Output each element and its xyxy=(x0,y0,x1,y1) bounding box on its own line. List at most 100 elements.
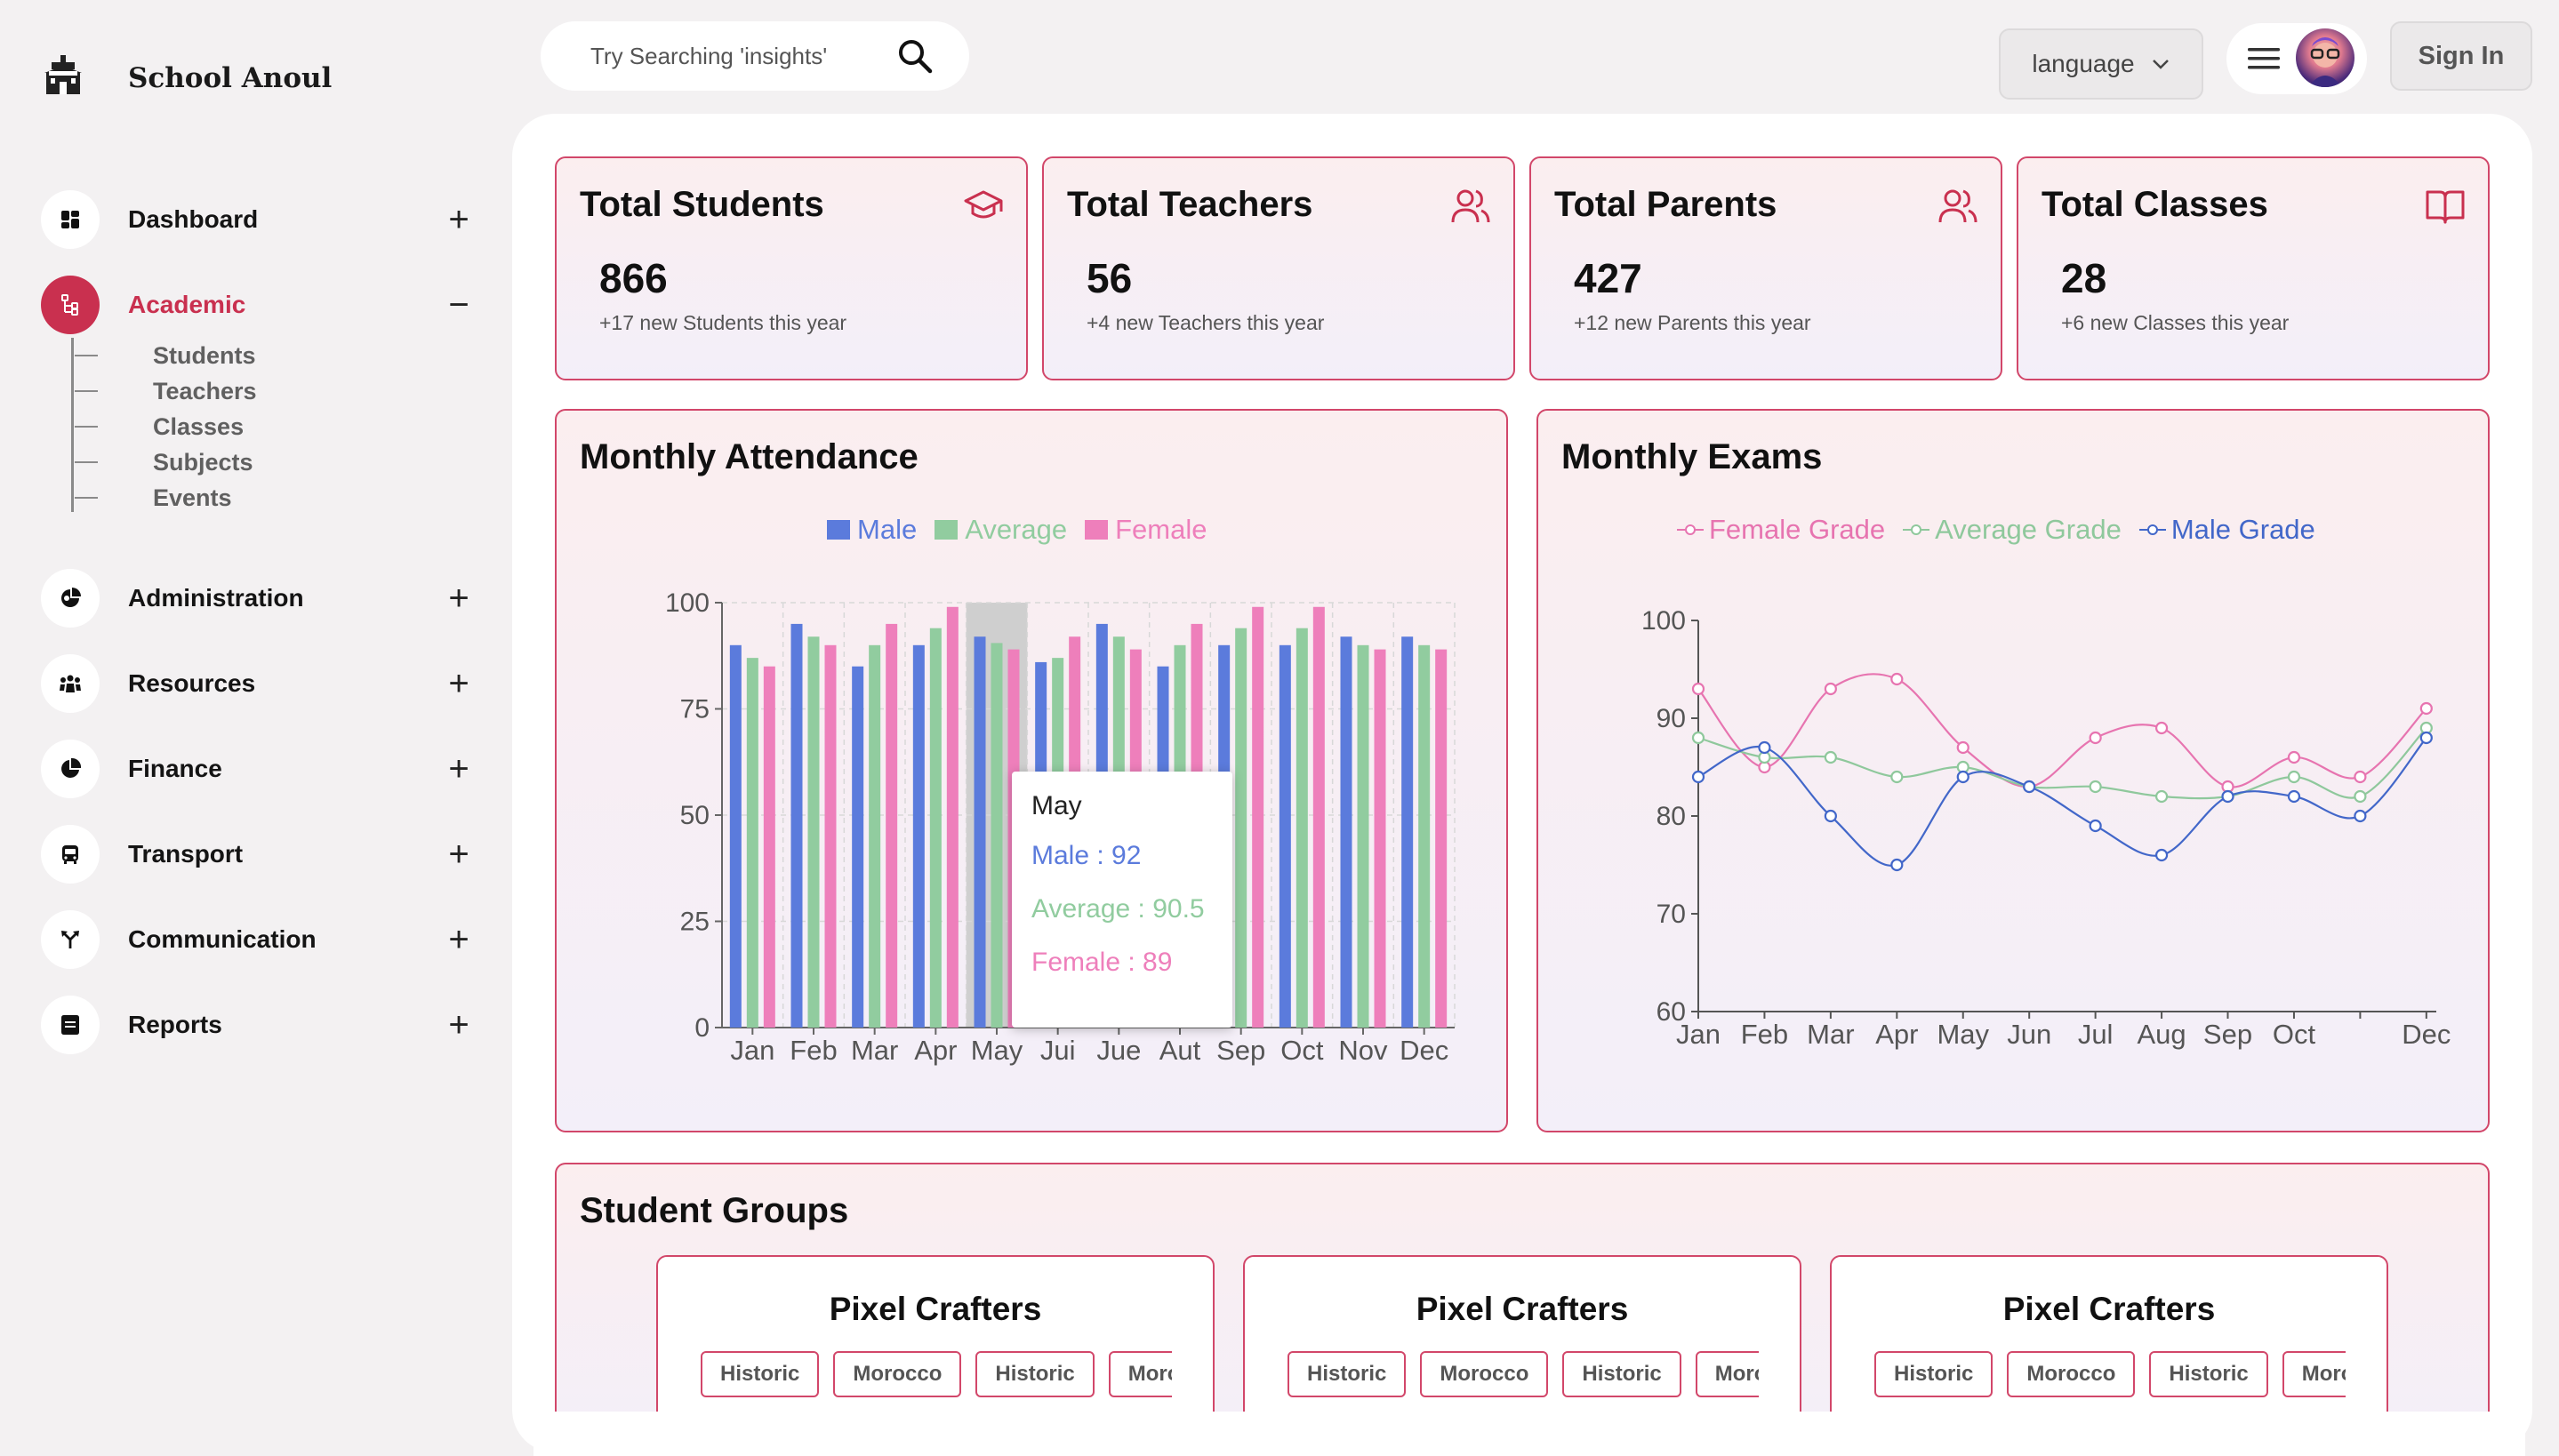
search-bar[interactable] xyxy=(541,21,969,91)
x-tick-label: Jue xyxy=(1096,1035,1141,1066)
sidebar-item-resources[interactable]: Resources + xyxy=(41,654,477,713)
group-tag[interactable]: Morocco xyxy=(1420,1351,1549,1397)
group-tag[interactable]: Morocco xyxy=(2282,1351,2346,1397)
sidebar-item-transport[interactable]: Transport + xyxy=(41,825,477,884)
group-name: Pixel Crafters xyxy=(1416,1291,1629,1327)
x-tick-label: Jul xyxy=(2078,1019,2114,1050)
y-tick-label: 25 xyxy=(680,908,710,937)
data-point xyxy=(1824,809,1837,823)
x-tick-label: Feb xyxy=(1741,1019,1788,1050)
y-tick-label: 70 xyxy=(1657,900,1686,929)
stat-card-total-classes[interactable]: Total Classes 28 +6 new Classes this yea… xyxy=(2017,156,2490,380)
expand-icon[interactable]: + xyxy=(441,580,477,616)
stat-subtext: +4 new Teachers this year xyxy=(1087,311,1325,334)
search-icon[interactable] xyxy=(896,37,934,75)
tooltip-average: Average : 90.5 xyxy=(1031,894,1205,924)
scroll-fade xyxy=(533,1412,2525,1456)
graduation-cap-icon xyxy=(964,190,1003,219)
sign-in-button[interactable]: Sign In xyxy=(2390,21,2532,91)
user-menu[interactable] xyxy=(2226,23,2367,94)
group-tag[interactable]: Historic xyxy=(975,1351,1095,1397)
data-point xyxy=(2089,780,2102,794)
users-icon xyxy=(1938,189,1977,223)
group-name: Pixel Crafters xyxy=(2002,1291,2216,1327)
bar-average xyxy=(1296,628,1308,1028)
data-point xyxy=(1691,731,1705,745)
expand-icon[interactable]: + xyxy=(441,751,477,787)
sidebar-item-administration[interactable]: Administration + xyxy=(41,569,477,628)
chart-tooltip: May Male : 92 Average : 90.5 Female : 89 xyxy=(1012,772,1232,1028)
submenu-dash xyxy=(75,426,98,428)
group-name: Pixel Crafters xyxy=(829,1291,1042,1327)
sidebar-item-academic[interactable]: Academic − xyxy=(41,276,477,334)
x-tick-label: Sep xyxy=(2203,1019,2252,1050)
expand-icon[interactable]: + xyxy=(441,202,477,237)
submenu-item-subjects[interactable]: Subjects xyxy=(71,444,253,480)
expand-icon[interactable]: + xyxy=(441,922,477,957)
expand-icon[interactable]: + xyxy=(441,666,477,701)
submenu-dash xyxy=(75,390,98,392)
sidebar-item-label: Finance xyxy=(128,755,222,782)
group-tag[interactable]: Historic xyxy=(701,1351,820,1397)
bar-female xyxy=(1252,606,1264,1028)
app-logo[interactable]: School Anoul xyxy=(41,53,332,98)
expand-icon[interactable]: + xyxy=(441,836,477,872)
group-tag[interactable]: Historic xyxy=(2149,1351,2268,1397)
avatar[interactable] xyxy=(2296,28,2354,87)
pie-chart-icon-wrap xyxy=(41,740,100,798)
data-point xyxy=(2287,750,2301,764)
sidebar-item-communication[interactable]: Communication + xyxy=(41,910,477,969)
submenu-label: Events xyxy=(153,484,232,511)
x-tick-label: Sep xyxy=(1216,1035,1265,1066)
submenu-item-classes[interactable]: Classes xyxy=(71,409,244,444)
x-tick-label: Mar xyxy=(1807,1019,1854,1050)
x-tick-label: Aug xyxy=(2137,1019,2186,1050)
x-tick-label: Dec xyxy=(2402,1019,2451,1050)
collapse-icon[interactable]: − xyxy=(441,287,477,323)
y-tick-label: 50 xyxy=(680,801,710,830)
stat-card-total-students[interactable]: Total Students 866 +17 new Students this… xyxy=(555,156,1028,380)
admin-chart-icon-wrap xyxy=(41,569,100,628)
hierarchy-icon xyxy=(61,294,78,316)
bar-female xyxy=(1312,606,1325,1028)
sidebar-item-dashboard[interactable]: Dashboard + xyxy=(41,190,477,249)
group-tag[interactable]: Morocco xyxy=(833,1351,962,1397)
group-tag[interactable]: Morocco xyxy=(2007,1351,2136,1397)
language-select[interactable]: language xyxy=(1999,28,2203,100)
series-line-female-grade xyxy=(1697,673,2427,788)
group-tag[interactable]: Historic xyxy=(1562,1351,1681,1397)
stat-card-total-parents[interactable]: Total Parents 427 +12 new Parents this y… xyxy=(1529,156,2002,380)
data-point xyxy=(2354,809,2367,823)
x-tick-label: Apr xyxy=(914,1035,957,1066)
group-tag[interactable]: Morocco xyxy=(1108,1351,1172,1397)
x-tick-label: Apr xyxy=(1875,1019,1918,1050)
group-tags: Historic Morocco Historic Morocco xyxy=(1288,1351,1759,1404)
sidebar-item-label: Transport xyxy=(128,840,244,868)
y-tick-label: 0 xyxy=(694,1013,710,1043)
sidebar-item-label: Communication xyxy=(128,925,317,953)
sidebar-item-finance[interactable]: Finance + xyxy=(41,740,477,798)
data-point xyxy=(2419,701,2433,716)
y-tick-label: 100 xyxy=(665,588,710,618)
group-tags: Historic Morocco Historic Morocco xyxy=(701,1351,1172,1404)
hamburger-menu-icon[interactable] xyxy=(2248,44,2280,73)
x-tick-label: Mar xyxy=(851,1035,898,1066)
stat-card-total-teachers[interactable]: Total Teachers 56 +4 new Teachers this y… xyxy=(1042,156,1515,380)
submenu-item-teachers[interactable]: Teachers xyxy=(71,373,257,409)
expand-icon[interactable]: + xyxy=(441,1007,477,1043)
data-point xyxy=(2154,848,2169,862)
submenu-item-events[interactable]: Events xyxy=(71,480,232,516)
sidebar-item-reports[interactable]: Reports + xyxy=(41,996,477,1054)
stat-title: Total Parents xyxy=(1554,185,1777,224)
fork-arrows-icon-wrap xyxy=(41,910,100,969)
group-tag[interactable]: Historic xyxy=(1874,1351,1993,1397)
search-input[interactable] xyxy=(590,42,893,70)
data-point xyxy=(2089,731,2102,745)
group-tag[interactable]: Historic xyxy=(1288,1351,1407,1397)
bar-average xyxy=(1235,628,1247,1028)
data-point xyxy=(2354,789,2367,804)
people-group-icon-wrap xyxy=(41,654,100,713)
submenu-item-students[interactable]: Students xyxy=(71,338,256,373)
open-book-icon xyxy=(2426,190,2465,224)
group-tag[interactable]: Morocco xyxy=(1695,1351,1759,1397)
